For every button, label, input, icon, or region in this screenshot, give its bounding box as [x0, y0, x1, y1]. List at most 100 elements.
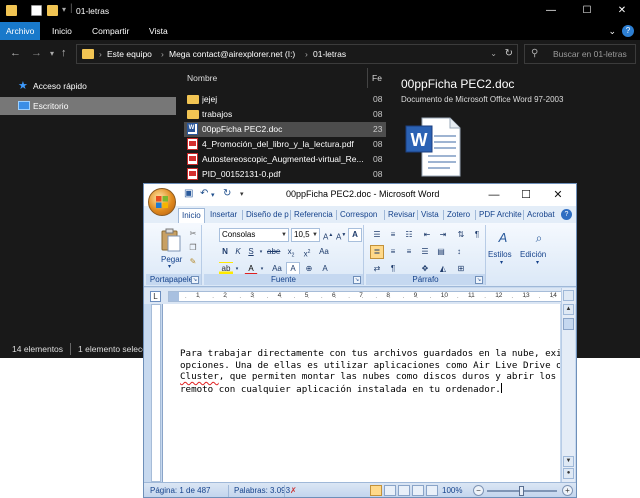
address-dropdown-icon[interactable]: ⌄	[490, 49, 497, 58]
bullets-icon[interactable]: ☰	[370, 228, 384, 242]
undo-dropdown-icon[interactable]: ▾	[211, 191, 215, 199]
quick-access-dropdown-icon[interactable]: ▾	[62, 5, 66, 14]
column-header-date[interactable]: Fe	[372, 73, 382, 83]
superscript-icon[interactable]: x2	[300, 245, 314, 259]
nav-item-acceso-rapido[interactable]: ★ Acceso rápido	[0, 77, 176, 95]
paste-label[interactable]: Pegar	[161, 255, 182, 264]
tab-inicio[interactable]: Inicio	[46, 22, 78, 40]
tab-inicio[interactable]: Inicio	[178, 208, 205, 223]
maximize-button[interactable]: ☐	[511, 184, 541, 206]
increase-indent-icon[interactable]: ⇥	[436, 228, 450, 242]
font-size-combo[interactable]: 10,5 ▼	[291, 228, 320, 242]
properties-icon[interactable]	[31, 5, 42, 16]
document-body[interactable]: Para trabajar directamente con tus archi…	[180, 348, 560, 395]
strikethrough-icon[interactable]: abe	[266, 245, 280, 259]
office-button[interactable]	[148, 188, 176, 216]
editing-label[interactable]: Edición	[520, 250, 546, 259]
scroll-down-icon[interactable]: ▼	[563, 456, 574, 467]
ruler-toggle-icon[interactable]	[563, 290, 574, 301]
tab-selector-icon[interactable]: L	[150, 291, 161, 302]
save-icon[interactable]: ▣	[184, 188, 193, 199]
font-name-combo[interactable]: Consolas ▼	[219, 228, 289, 242]
customize-toolbar-icon[interactable]: ▾	[240, 190, 244, 198]
address-bar[interactable]: › Este equipo › Mega contact@airexplorer…	[76, 44, 518, 64]
tab-pdf-architect[interactable]: PDF Archite	[476, 208, 525, 223]
scrollbar-thumb[interactable]	[563, 318, 574, 330]
dialog-launcher-icon[interactable]: ↘	[353, 276, 361, 284]
format-painter-icon[interactable]: ✎	[186, 255, 200, 269]
shrink-font-icon[interactable]: A▼	[335, 228, 347, 242]
zoom-slider-thumb[interactable]	[519, 486, 524, 496]
full-screen-reading-icon[interactable]	[384, 485, 396, 496]
file-row[interactable]: 4_Promoción_del_libro_y_la_lectura.pdf 08	[184, 137, 386, 152]
draft-view-icon[interactable]	[426, 485, 438, 496]
refresh-icon[interactable]: ↻	[505, 48, 513, 59]
nav-item-escritorio[interactable]: Escritorio	[0, 97, 176, 115]
file-row[interactable]: jejej 08	[184, 92, 386, 107]
breadcrumb-drive[interactable]: Mega contact@airexplorer.net (I:)	[169, 49, 295, 59]
tab-archivo[interactable]: Archivo	[0, 22, 41, 40]
document-area[interactable]: Para trabajar directamente con tus archi…	[162, 304, 560, 482]
vertical-ruler[interactable]	[151, 304, 161, 482]
breadcrumb-este-equipo[interactable]: Este equipo	[107, 49, 152, 59]
expand-ribbon-icon[interactable]: ⌄	[608, 26, 616, 37]
bold-icon[interactable]: N	[219, 245, 231, 259]
tab-correspondencia[interactable]: Correspon	[337, 208, 380, 223]
show-formatting-icon[interactable]: ¶	[470, 228, 484, 242]
misspelled-word[interactable]: Cluster	[180, 371, 219, 382]
word-count[interactable]: Palabras: 3.093	[234, 486, 290, 495]
file-row[interactable]: trabajos 08	[184, 107, 386, 122]
paste-dropdown-icon[interactable]: ▾	[168, 263, 171, 270]
redo-icon[interactable]: ↻	[223, 188, 231, 199]
dialog-launcher-icon[interactable]: ↘	[191, 276, 199, 284]
breadcrumb-folder[interactable]: 01-letras	[313, 49, 346, 59]
help-icon[interactable]: ?	[561, 209, 572, 220]
tab-vista[interactable]: Vista	[143, 22, 174, 40]
tab-compartir[interactable]: Compartir	[86, 22, 135, 40]
up-arrow-icon[interactable]: ↑	[61, 47, 67, 59]
print-layout-icon[interactable]	[370, 485, 382, 496]
tab-referencias[interactable]: Referencia	[291, 208, 336, 223]
editing-dropdown-icon[interactable]: ▾	[536, 259, 539, 266]
file-row[interactable]: PID_00152131-0.pdf 08	[184, 167, 386, 182]
find-icon[interactable]: ⌕	[530, 229, 548, 247]
tab-diseno[interactable]: Diseño de p	[243, 208, 292, 223]
align-left-icon[interactable]: ≣	[370, 245, 384, 259]
subscript-icon[interactable]: x2	[284, 245, 298, 259]
numbering-icon[interactable]: ≡	[386, 228, 400, 242]
tab-insertar[interactable]: Insertar	[207, 208, 240, 223]
zoom-in-icon[interactable]: +	[562, 485, 573, 496]
select-browse-object-icon[interactable]: ●	[563, 468, 574, 479]
change-case-icon[interactable]: Aa	[317, 245, 331, 259]
distributed-icon[interactable]: ▤	[434, 245, 448, 259]
align-right-icon[interactable]: ≡	[402, 245, 416, 259]
dialog-launcher-icon[interactable]: ↘	[475, 276, 483, 284]
align-center-icon[interactable]: ≡	[386, 245, 400, 259]
undo-icon[interactable]: ↶	[200, 188, 208, 199]
close-button[interactable]: ✕	[543, 184, 573, 206]
minimize-button[interactable]: —	[533, 2, 569, 20]
justify-icon[interactable]: ☰	[418, 245, 432, 259]
forward-arrow-icon[interactable]: →	[31, 47, 42, 59]
page-count[interactable]: Página: 1 de 487	[150, 486, 211, 495]
underline-dropdown-icon[interactable]: ▾	[258, 245, 264, 259]
styles-label[interactable]: Estilos	[488, 250, 512, 259]
grow-font-icon[interactable]: A▲	[322, 228, 334, 242]
multilevel-list-icon[interactable]: ☷	[402, 228, 416, 242]
file-row[interactable]: Autostereoscopic_Augmented-virtual_Re...…	[184, 152, 386, 167]
styles-dropdown-icon[interactable]: ▾	[500, 259, 503, 266]
back-arrow-icon[interactable]: ←	[10, 47, 21, 59]
column-divider[interactable]	[367, 68, 368, 88]
new-folder-icon[interactable]	[47, 5, 58, 16]
zoom-out-icon[interactable]: −	[473, 485, 484, 496]
clear-format-icon[interactable]: A	[348, 228, 362, 242]
web-layout-icon[interactable]	[398, 485, 410, 496]
recent-locations-icon[interactable]: ▾	[50, 49, 54, 58]
scroll-up-icon[interactable]: ▲	[563, 304, 574, 315]
copy-icon[interactable]: ❐	[186, 241, 200, 255]
outline-view-icon[interactable]	[412, 485, 424, 496]
maximize-button[interactable]: ☐	[569, 2, 605, 20]
minimize-button[interactable]: —	[479, 184, 509, 206]
tab-acrobat[interactable]: Acrobat	[524, 208, 558, 223]
tab-vista[interactable]: Vista	[418, 208, 442, 223]
